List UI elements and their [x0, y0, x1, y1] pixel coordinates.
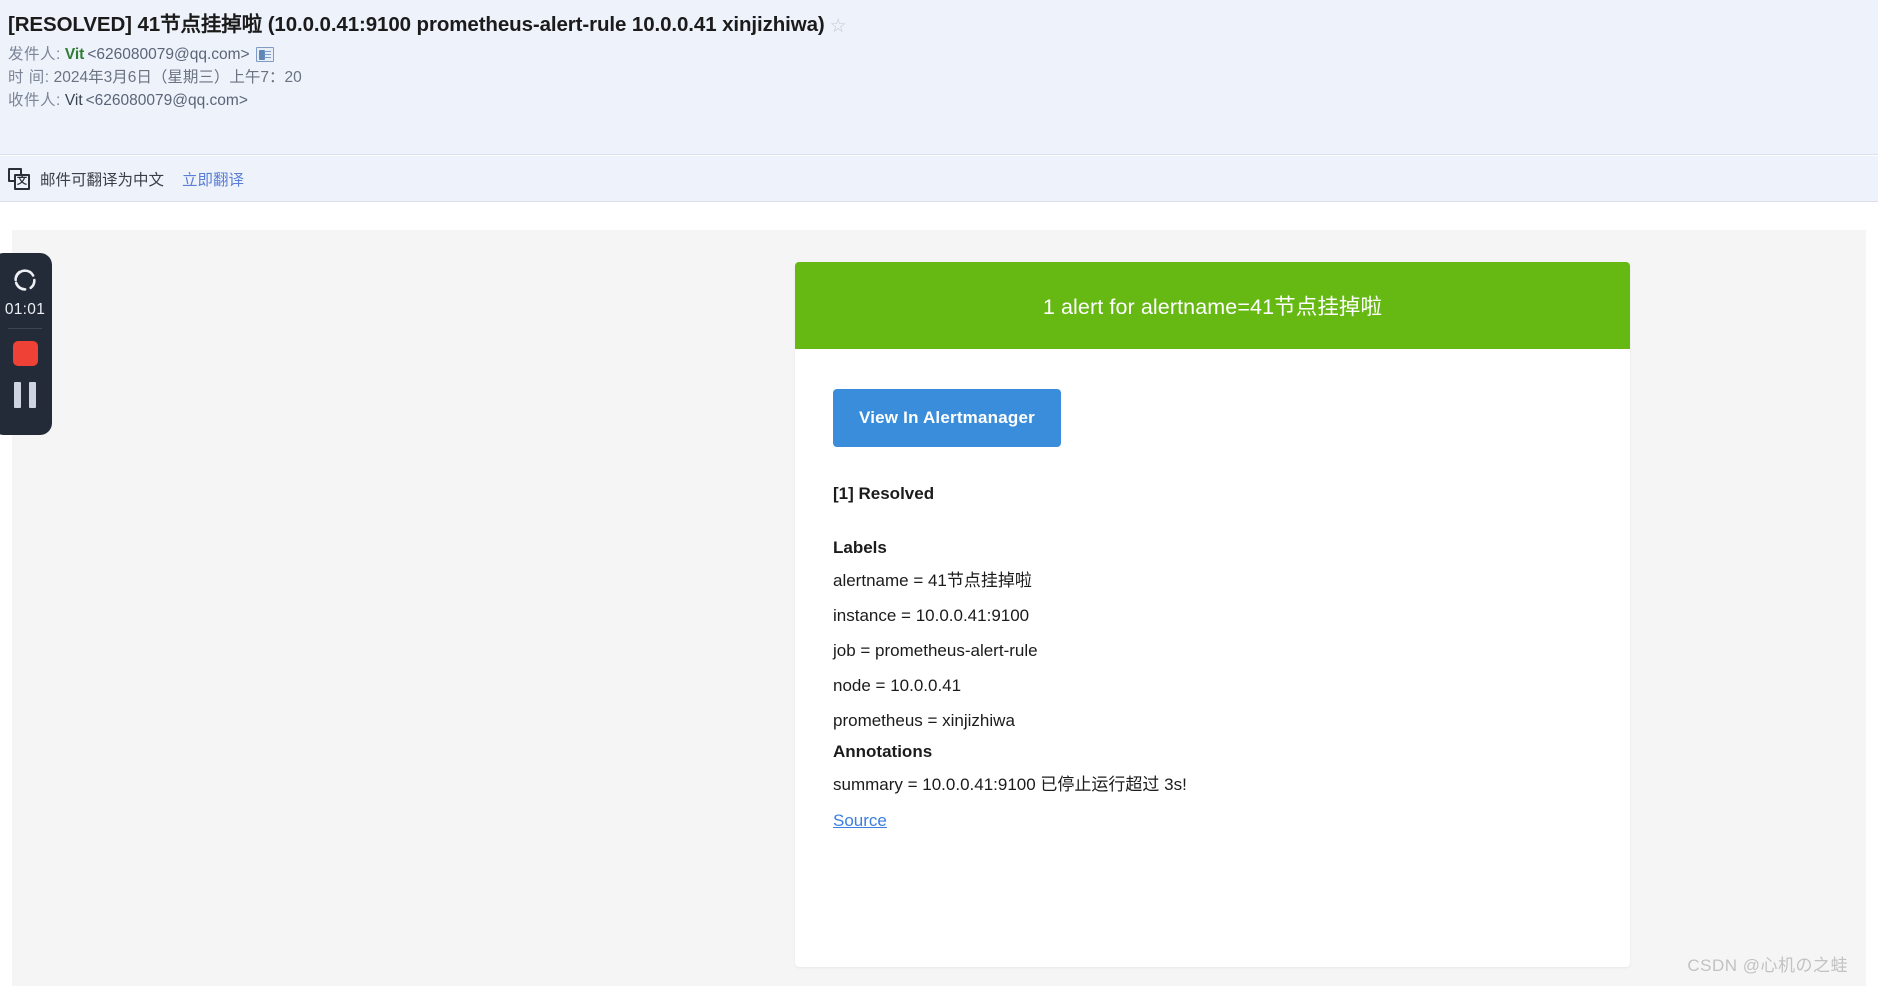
- contact-card-icon[interactable]: [255, 47, 274, 62]
- source-link[interactable]: Source: [833, 811, 887, 831]
- annotation-row: summary = 10.0.0.41:9100 已停止运行超过 3s!: [833, 774, 1187, 794]
- annotations-section-title: Annotations: [833, 741, 933, 761]
- labels-section-title: Labels: [833, 538, 887, 557]
- translate-bar: 文 邮件可翻译为中文 立即翻译: [0, 156, 1878, 202]
- translate-icon-front: 文: [14, 173, 30, 190]
- email-date-value: 2024年3月6日（星期三）上午7：20: [53, 69, 302, 86]
- label-row: node = 10.0.0.41: [833, 675, 962, 695]
- alert-banner: 1 alert for alertname=41节点挂掉啦: [795, 262, 1630, 349]
- translate-icon: 文: [8, 167, 30, 190]
- spinner-pinwheel-icon: [14, 269, 36, 291]
- email-to-name: Vit: [64, 92, 83, 109]
- recorder-divider: [8, 328, 42, 329]
- email-to-address: <626080079@qq.com>: [85, 92, 248, 109]
- email-date-label: 时 间:: [8, 69, 50, 86]
- email-from-name: Vit: [64, 46, 85, 63]
- email-to-row: 收件人: Vit <626080079@qq.com>: [8, 88, 248, 110]
- pause-bar-left: [14, 382, 21, 408]
- email-to-label: 收件人:: [8, 92, 61, 109]
- alert-card: 1 alert for alertname=41节点挂掉啦 View In Al…: [795, 262, 1630, 967]
- screen-recorder-widget: 01:01: [0, 253, 52, 435]
- watermark: CSDN @心机の之蛙: [1687, 956, 1848, 975]
- email-subject: [RESOLVED] 41节点挂掉啦 (10.0.0.41:9100 prome…: [8, 7, 847, 38]
- label-row: prometheus = xinjizhiwa: [833, 710, 1015, 730]
- email-subject-text: [RESOLVED] 41节点挂掉啦 (10.0.0.41:9100 prome…: [8, 13, 825, 36]
- label-row: job = prometheus-alert-rule: [833, 640, 1038, 660]
- translate-now-link[interactable]: 立即翻译: [182, 168, 244, 190]
- email-header: [RESOLVED] 41节点挂掉啦 (10.0.0.41:9100 prome…: [0, 0, 1878, 155]
- recorder-timer: 01:01: [4, 301, 46, 318]
- email-from-address: <626080079@qq.com>: [87, 46, 250, 63]
- pause-bar-right: [29, 382, 36, 408]
- email-date-row: 时 间: 2024年3月6日（星期三）上午7：20: [8, 65, 302, 87]
- star-outline-icon[interactable]: ☆: [830, 15, 847, 38]
- email-from-label: 发件人:: [8, 46, 61, 63]
- alert-banner-text: 1 alert for alertname=41节点挂掉啦: [1042, 295, 1383, 319]
- label-row: alertname = 41节点挂掉啦: [833, 571, 1032, 590]
- email-body: 1 alert for alertname=41节点挂掉啦 View In Al…: [12, 230, 1866, 986]
- translate-message: 邮件可翻译为中文: [40, 171, 165, 189]
- email-from-row: 发件人: Vit <626080079@qq.com>: [8, 42, 274, 64]
- alert-content: View In Alertmanager [1] Resolved Labels…: [795, 349, 1630, 831]
- label-row: instance = 10.0.0.41:9100: [833, 605, 1030, 625]
- pause-bars-icon[interactable]: [14, 382, 36, 408]
- view-in-alertmanager-button[interactable]: View In Alertmanager: [833, 389, 1061, 447]
- alert-status: [1] Resolved: [833, 484, 935, 503]
- stop-square-icon[interactable]: [12, 341, 38, 366]
